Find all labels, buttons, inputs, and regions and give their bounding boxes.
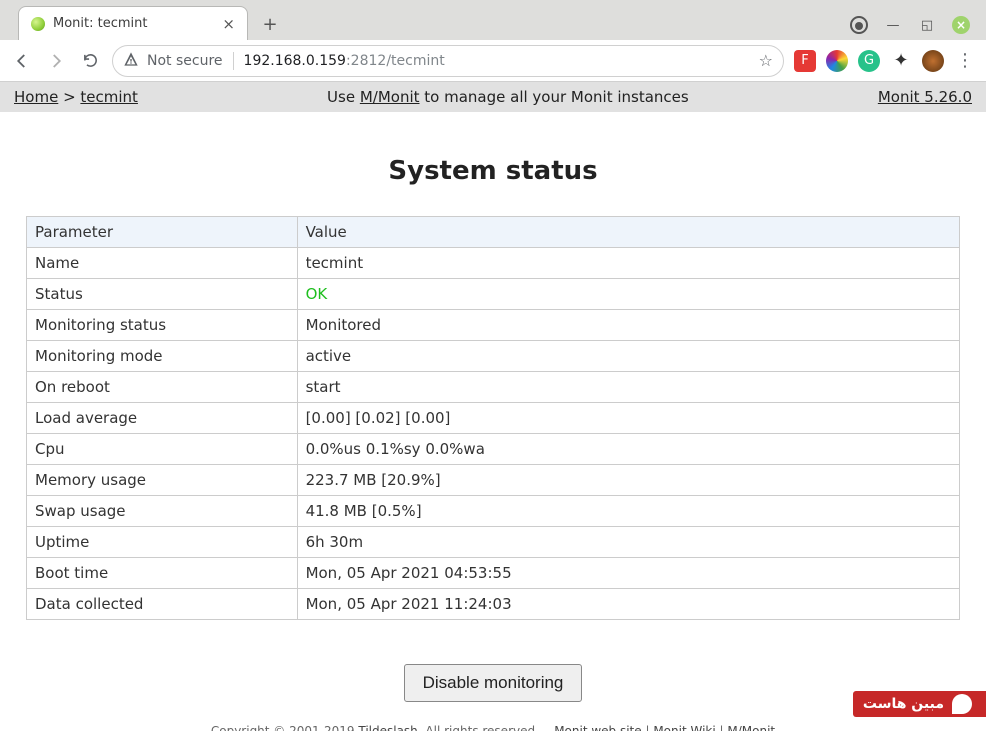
extension-color-icon[interactable] [826,50,848,72]
chrome-menu-icon[interactable]: ⋮ [954,50,976,72]
param-cell: Cpu [27,434,298,465]
table-row: Data collectedMon, 05 Apr 2021 11:24:03 [27,589,960,620]
address-bar[interactable]: Not secure 192.168.0.159:2812/tecmint ☆ [112,45,784,77]
browser-toolbar: Not secure 192.168.0.159:2812/tecmint ☆ … [0,40,986,82]
status-ok-badge: OK [306,285,328,303]
tab-strip: Monit: tecmint × + — ◱ × [0,0,986,40]
param-cell: Status [27,279,298,310]
param-cell: Boot time [27,558,298,589]
value-cell: Mon, 05 Apr 2021 11:24:03 [297,589,959,620]
col-value: Value [297,217,959,248]
param-cell: Load average [27,403,298,434]
breadcrumb-current-link[interactable]: tecmint [80,88,138,106]
bookmark-star-icon[interactable]: ☆ [759,51,773,70]
page-footer: Copyright © 2001-2019 Tildeslash. All ri… [26,724,960,731]
table-row: Memory usage223.7 MB [20.9%] [27,465,960,496]
param-cell: Name [27,248,298,279]
value-cell: active [297,341,959,372]
header-note: Use M/Monit to manage all your Monit ins… [138,88,878,106]
browser-chrome: Monit: tecmint × + — ◱ × Not secure [0,0,986,82]
window-menu-icon[interactable] [850,16,868,34]
page-body: System status Parameter Value Nametecmin… [0,112,986,731]
param-cell: Data collected [27,589,298,620]
back-button[interactable] [10,49,34,73]
table-row: Uptime6h 30m [27,527,960,558]
table-row: Nametecmint [27,248,960,279]
action-row: Disable monitoring [26,664,960,702]
value-cell: 41.8 MB [0.5%] [297,496,959,527]
url-host: 192.168.0.159 [244,53,346,69]
table-row: Monitoring modeactive [27,341,960,372]
extension-icons: F G ✦ ⋮ [794,50,976,72]
value-cell: 223.7 MB [20.9%] [297,465,959,496]
table-row: On rebootstart [27,372,960,403]
tab-title: Monit: tecmint [53,16,212,31]
value-cell: Monitored [297,310,959,341]
footer-monit-site-link[interactable]: Monit web site [554,724,641,731]
breadcrumb-home-link[interactable]: Home [14,88,58,106]
not-secure-icon [123,51,139,71]
browser-tab[interactable]: Monit: tecmint × [18,6,248,40]
minimize-window-icon[interactable]: — [884,16,902,34]
param-cell: Swap usage [27,496,298,527]
param-cell: Monitoring status [27,310,298,341]
header-note-prefix: Use [327,88,360,106]
value-cell: 6h 30m [297,527,959,558]
page-viewport: Home > tecmint Use M/Monit to manage all… [0,82,986,731]
maximize-window-icon[interactable]: ◱ [918,16,936,34]
param-cell: Memory usage [27,465,298,496]
monit-version: Monit 5.26.0 [878,88,972,106]
param-cell: On reboot [27,372,298,403]
window-controls: — ◱ × [850,16,980,34]
table-row: Load average[0.00] [0.02] [0.00] [27,403,960,434]
footer-tildeslash-link[interactable]: Tildeslash [358,724,417,731]
footer-mmonit-link[interactable]: M/Monit [727,724,775,731]
param-cell: Monitoring mode [27,341,298,372]
forward-button[interactable] [44,49,68,73]
url-path: /tecmint [386,53,444,69]
param-cell: Uptime [27,527,298,558]
status-table: Parameter Value NametecmintStatus OK Monit… [26,216,960,620]
extension-grammarly-icon[interactable]: G [858,50,880,72]
extensions-menu-icon[interactable]: ✦ [890,50,912,72]
close-tab-icon[interactable]: × [220,15,237,33]
col-parameter: Parameter [27,217,298,248]
close-window-icon[interactable]: × [952,16,970,34]
monit-header-bar: Home > tecmint Use M/Monit to manage all… [0,82,986,112]
header-note-suffix: to manage all your Monit instances [420,88,689,106]
footer-rights: . All rights reserved. [418,724,539,731]
omnibox-divider [233,52,234,70]
footer-copyright: Copyright © 2001-2019 [211,724,359,731]
mmonit-link[interactable]: M/Monit [360,88,420,106]
breadcrumb-sep: > [58,88,80,106]
version-link[interactable]: Monit 5.26.0 [878,88,972,106]
page-title: System status [26,156,960,186]
value-cell: start [297,372,959,403]
url-text: 192.168.0.159:2812/tecmint [244,53,445,69]
value-cell: tecmint [297,248,959,279]
table-row: Cpu0.0%us 0.1%sy 0.0%wa [27,434,960,465]
value-cell: 0.0%us 0.1%sy 0.0%wa [297,434,959,465]
footer-monit-wiki-link[interactable]: Monit Wiki [653,724,715,731]
brand-badge[interactable]: مبین هاست [853,691,986,717]
url-port: :2812 [346,53,386,69]
value-cell: OK [297,279,959,310]
not-secure-label: Not secure [147,53,223,69]
tab-favicon [31,17,45,31]
disable-monitoring-button[interactable]: Disable monitoring [404,664,583,702]
value-cell: Mon, 05 Apr 2021 04:53:55 [297,558,959,589]
table-row: Boot timeMon, 05 Apr 2021 04:53:55 [27,558,960,589]
reload-button[interactable] [78,49,102,73]
value-cell: [0.00] [0.02] [0.00] [297,403,959,434]
brand-badge-icon [952,694,972,714]
table-row: Monitoring statusMonitored [27,310,960,341]
profile-avatar-icon[interactable] [922,50,944,72]
table-row: Swap usage41.8 MB [0.5%] [27,496,960,527]
table-row: Status OK [27,279,960,310]
new-tab-button[interactable]: + [256,10,284,38]
table-header-row: Parameter Value [27,217,960,248]
breadcrumb: Home > tecmint [14,88,138,106]
extension-flipboard-icon[interactable]: F [794,50,816,72]
brand-badge-text: مبین هاست [863,696,944,712]
